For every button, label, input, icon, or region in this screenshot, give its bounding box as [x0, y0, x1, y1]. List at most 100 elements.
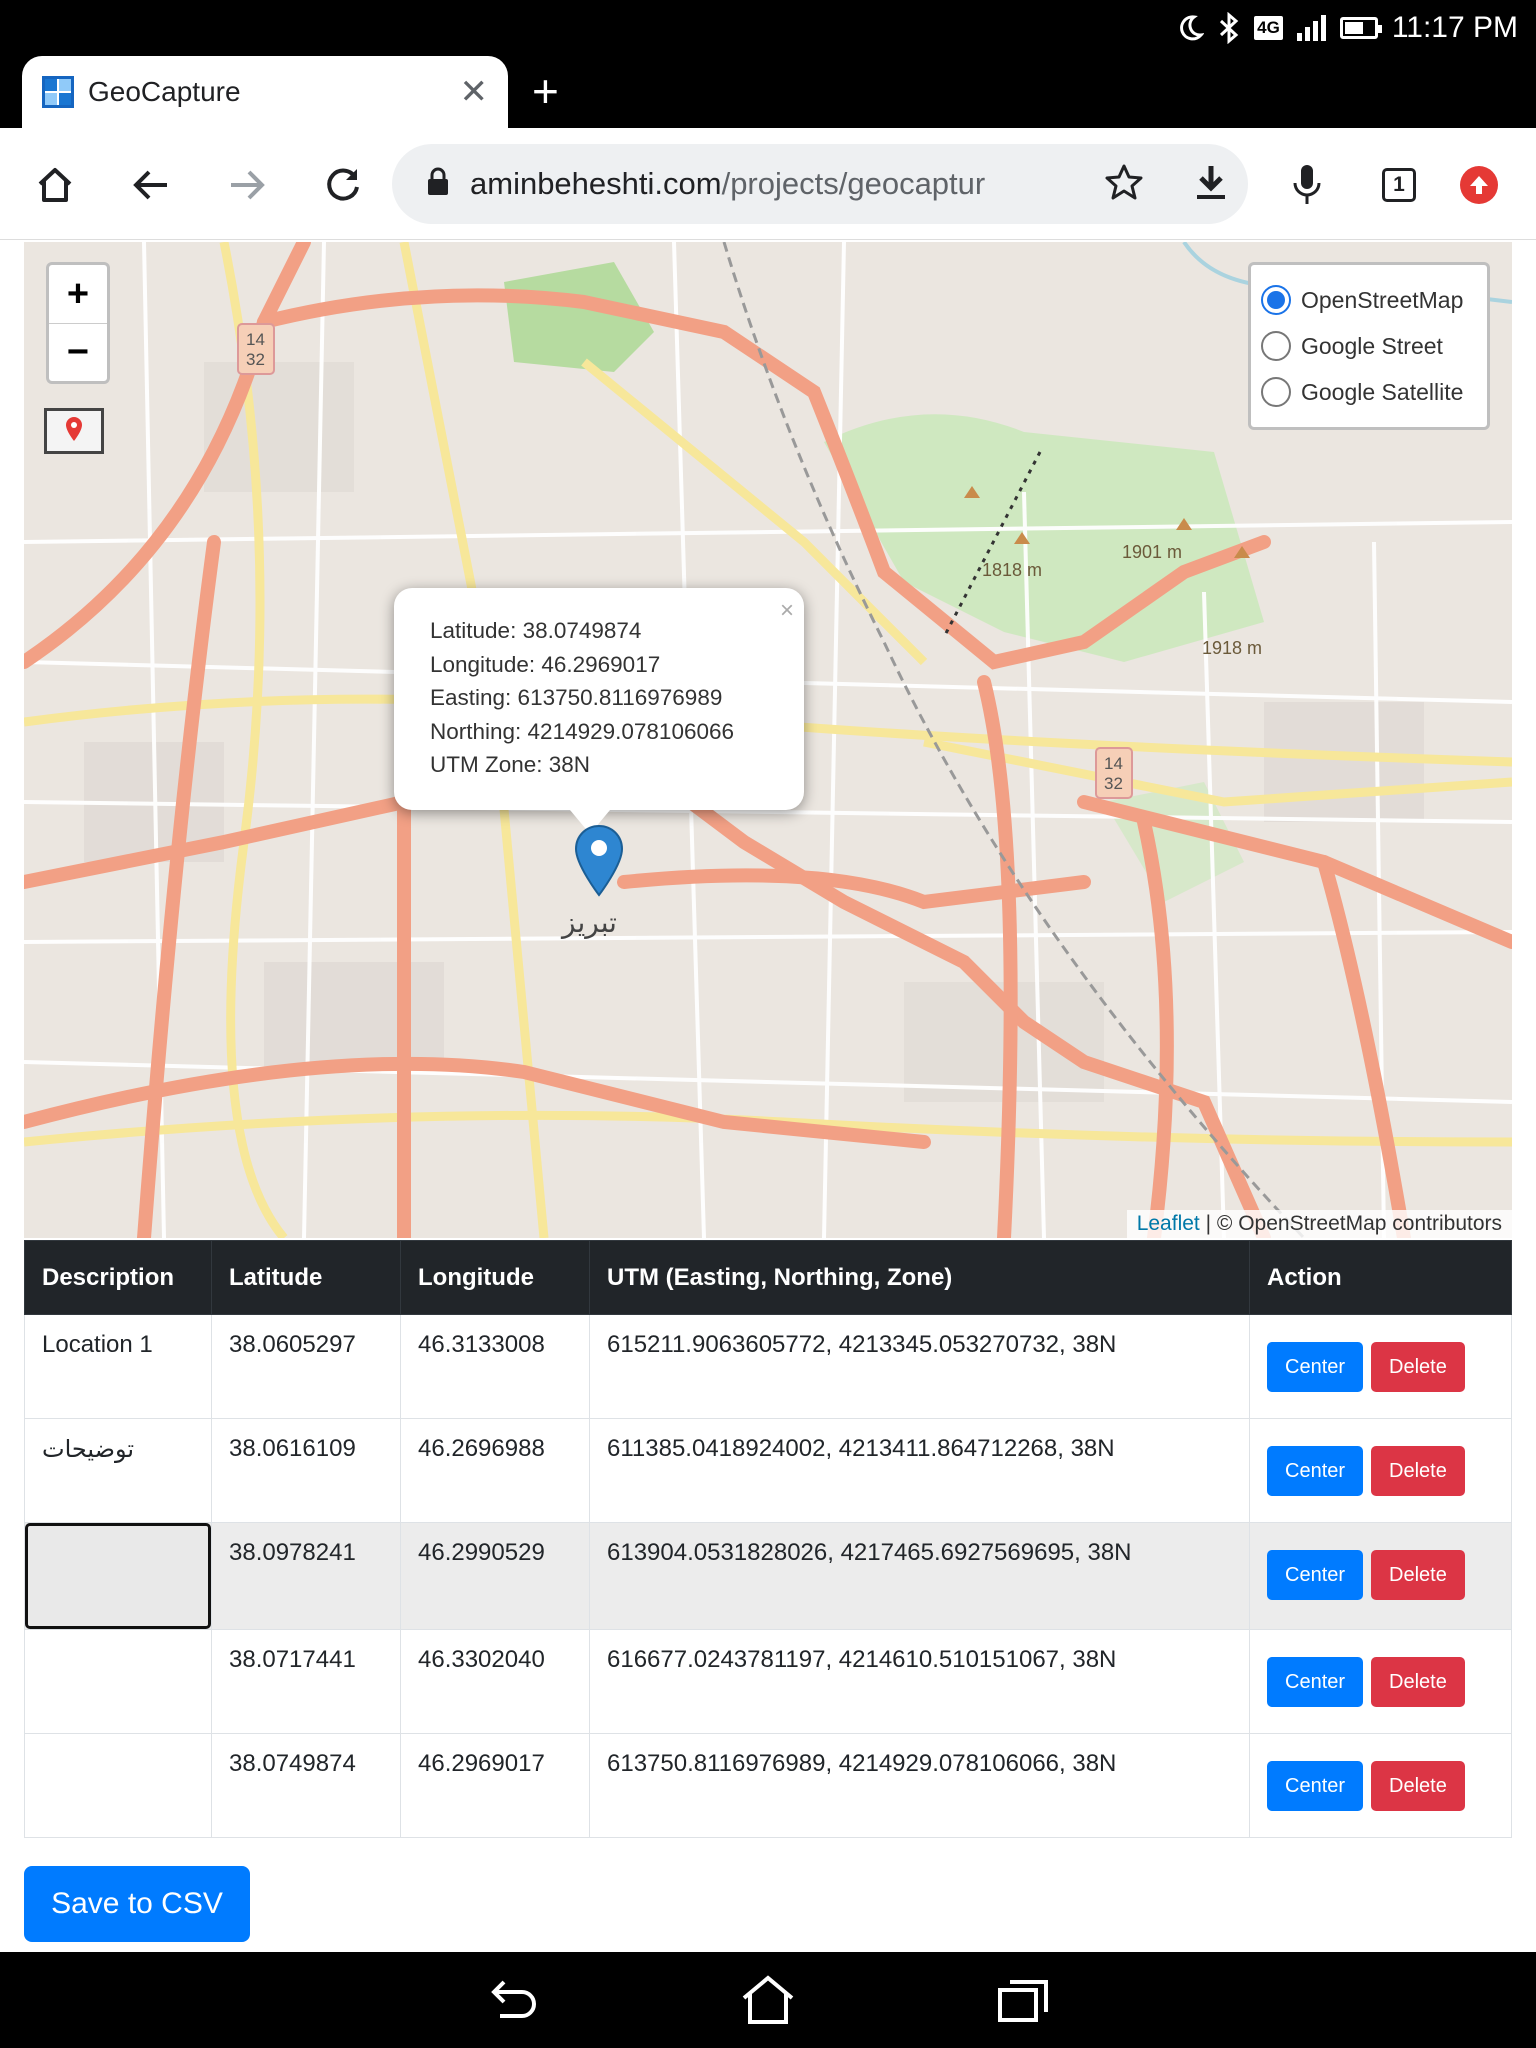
- locations-table: Description Latitude Longitude UTM (East…: [24, 1240, 1512, 1838]
- leaflet-link[interactable]: Leaflet: [1137, 1212, 1200, 1235]
- table-row: 38.0749874 46.2969017 613750.8116976989,…: [24, 1733, 1512, 1838]
- route-shield-label: 32: [246, 350, 265, 369]
- column-header-latitude: Latitude: [211, 1240, 401, 1315]
- update-icon[interactable]: [1444, 150, 1514, 220]
- map-view[interactable]: 14 32 14 32 1901 m 1818 m 1918 m تبریز +…: [24, 242, 1512, 1238]
- reload-icon[interactable]: [308, 150, 378, 220]
- popup-utm-zone: UTM Zone: 38N: [430, 752, 591, 777]
- latitude-cell: 38.0978241: [211, 1522, 401, 1630]
- layer-label: Google Street: [1301, 332, 1443, 359]
- layer-option-google-satellite[interactable]: Google Satellite: [1261, 369, 1477, 415]
- action-cell: Center Delete: [1249, 1418, 1512, 1523]
- description-cell[interactable]: [24, 1629, 212, 1734]
- lock-icon: [426, 167, 450, 202]
- radio-google-street[interactable]: [1261, 331, 1291, 361]
- favicon-icon: [42, 76, 74, 108]
- column-header-longitude: Longitude: [400, 1240, 590, 1315]
- utm-cell: 613750.8116976989, 4214929.078106066, 38…: [589, 1733, 1250, 1838]
- action-cell: Center Delete: [1249, 1314, 1512, 1419]
- nav-recents-icon[interactable]: [994, 1972, 1054, 2028]
- browser-chrome: 4G 11:17 PM GeoCapture ✕ +: [0, 0, 1536, 128]
- address-bar[interactable]: aminbeheshti.com/projects/geocaptur: [392, 144, 1248, 224]
- popup-northing: Northing: 4214929.078106066: [430, 718, 735, 744]
- map-marker-icon[interactable]: [574, 824, 624, 898]
- add-marker-button[interactable]: [44, 408, 104, 454]
- column-header-description: Description: [24, 1240, 212, 1315]
- longitude-cell: 46.3302040: [400, 1629, 590, 1734]
- column-header-action: Action: [1249, 1240, 1512, 1315]
- tab-close-icon[interactable]: ✕: [460, 72, 489, 112]
- tab-count: 1: [1382, 168, 1416, 202]
- peak-label: 1918 m: [1202, 638, 1263, 658]
- forward-icon[interactable]: [212, 150, 282, 220]
- center-button[interactable]: Center: [1267, 1657, 1364, 1707]
- table-header-row: Description Latitude Longitude UTM (East…: [24, 1240, 1512, 1315]
- zoom-in-button[interactable]: +: [49, 265, 107, 323]
- description-cell[interactable]: توضیحات: [24, 1418, 212, 1523]
- action-cell: Center Delete: [1249, 1733, 1512, 1838]
- table-row: 38.0717441 46.3302040 616677.0243781197,…: [24, 1629, 1512, 1734]
- route-shield-label: 14: [246, 330, 265, 349]
- description-cell[interactable]: [24, 1733, 212, 1838]
- pin-icon: [64, 416, 84, 447]
- description-cell[interactable]: [24, 1522, 212, 1630]
- download-icon[interactable]: [1194, 162, 1228, 207]
- popup-longitude: Longitude: 46.2969017: [430, 651, 661, 677]
- layer-control: OpenStreetMap Google Street Google Satel…: [1248, 262, 1490, 430]
- center-button[interactable]: Center: [1267, 1550, 1364, 1600]
- peak-label: 1818 m: [982, 560, 1043, 580]
- home-icon[interactable]: [20, 150, 90, 220]
- delete-button[interactable]: Delete: [1371, 1761, 1465, 1811]
- signal-icon: [1296, 15, 1326, 41]
- delete-button[interactable]: Delete: [1371, 1550, 1465, 1600]
- description-cell[interactable]: Location 1: [24, 1314, 212, 1419]
- radio-google-satellite[interactable]: [1261, 377, 1291, 407]
- route-shield-label: 32: [1104, 774, 1123, 793]
- attribution-text: | © OpenStreetMap contributors: [1199, 1212, 1502, 1235]
- battery-icon: [1339, 17, 1382, 39]
- delete-button[interactable]: Delete: [1371, 1342, 1465, 1392]
- url-path: /projects/geocaptur: [721, 166, 986, 201]
- zoom-out-button[interactable]: −: [49, 323, 107, 381]
- utm-cell: 616677.0243781197, 4214610.510151067, 38…: [589, 1629, 1250, 1734]
- bluetooth-icon: [1218, 12, 1240, 44]
- microphone-icon[interactable]: [1272, 150, 1342, 220]
- browser-tab[interactable]: GeoCapture ✕: [22, 56, 508, 128]
- action-cell: Center Delete: [1249, 1522, 1512, 1630]
- popup-close-icon[interactable]: ×: [780, 594, 794, 628]
- star-icon[interactable]: [1104, 162, 1144, 207]
- column-header-utm: UTM (Easting, Northing, Zone): [589, 1240, 1250, 1315]
- delete-button[interactable]: Delete: [1371, 1446, 1465, 1496]
- network-badge: 4G: [1254, 16, 1283, 40]
- layer-option-osm[interactable]: OpenStreetMap: [1261, 277, 1477, 323]
- url-text: aminbeheshti.com/projects/geocaptur: [470, 166, 1076, 202]
- system-nav-bar: [0, 1952, 1536, 2048]
- save-to-csv-button[interactable]: Save to CSV: [24, 1866, 250, 1942]
- url-host: aminbeheshti.com: [470, 166, 722, 201]
- delete-button[interactable]: Delete: [1371, 1657, 1465, 1707]
- table-row: Location 1 38.0605297 46.3133008 615211.…: [24, 1314, 1512, 1419]
- center-button[interactable]: Center: [1267, 1446, 1364, 1496]
- back-icon[interactable]: [116, 150, 186, 220]
- moon-icon: [1176, 14, 1205, 42]
- browser-toolbar: aminbeheshti.com/projects/geocaptur 1: [0, 128, 1536, 240]
- nav-home-icon[interactable]: [738, 1972, 798, 2028]
- longitude-cell: 46.2990529: [400, 1522, 590, 1630]
- longitude-cell: 46.3133008: [400, 1314, 590, 1419]
- utm-cell: 615211.9063605772, 4213345.053270732, 38…: [589, 1314, 1250, 1419]
- nav-back-icon[interactable]: [482, 1972, 542, 2028]
- center-button[interactable]: Center: [1267, 1342, 1364, 1392]
- layer-option-google-street[interactable]: Google Street: [1261, 323, 1477, 369]
- longitude-cell: 46.2969017: [400, 1733, 590, 1838]
- center-button[interactable]: Center: [1267, 1761, 1364, 1811]
- utm-cell: 613904.0531828026, 4217465.6927569695, 3…: [589, 1522, 1250, 1630]
- new-tab-icon[interactable]: +: [532, 66, 559, 116]
- description-input-focused[interactable]: [25, 1523, 211, 1629]
- tab-switcher-button[interactable]: 1: [1364, 150, 1434, 220]
- popup-easting: Easting: 613750.8116976989: [430, 685, 723, 710]
- zoom-control: + −: [46, 262, 110, 384]
- longitude-cell: 46.2696988: [400, 1418, 590, 1523]
- radio-osm[interactable]: [1261, 285, 1291, 315]
- tab-title: GeoCapture: [88, 76, 241, 107]
- marker-popup: × Latitude: 38.0749874 Longitude: 46.296…: [394, 588, 804, 834]
